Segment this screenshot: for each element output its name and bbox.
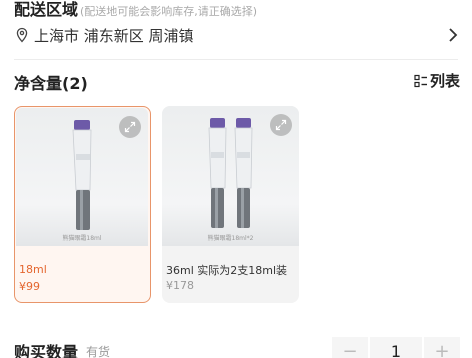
stock-status: 有货 [86,344,111,358]
option-price: ¥178 [166,279,194,292]
section-divider [14,59,458,60]
delivery-title: 配送区域 [14,0,79,19]
image-caption: 熊猫眼霜18ml*2 [207,235,254,242]
expand-icon [124,121,136,133]
list-icon [414,74,427,87]
net-content-title: 净含量(2) [14,74,88,93]
quantity-value[interactable]: 1 [370,337,422,358]
product-image: 熊猫眼霜18ml*2 [162,106,299,246]
quantity-row: 购买数量 有货 − 1 + [14,336,460,358]
quantity-title: 购买数量 [14,343,79,358]
expand-icon [275,119,287,131]
option-label: 18ml [19,263,47,276]
image-caption: 熊猫眼霜18ml [62,235,102,242]
option-card-18ml[interactable]: 熊猫眼霜18ml 18ml ¥99 [14,106,151,303]
location-pin-icon [16,27,28,43]
list-label: 列表 [429,72,460,90]
option-card-36ml[interactable]: 熊猫眼霜18ml*2 36ml 实际为2支18ml装 ¥178 [162,106,299,303]
delivery-note: (配送地可能会影响库存,请正确选择) [80,5,258,18]
increase-button[interactable]: + [424,337,460,358]
option-price: ¥99 [19,280,40,293]
product-image: 熊猫眼霜18ml [16,108,148,246]
option-label: 36ml 实际为2支18ml装 [166,264,288,277]
zoom-button[interactable] [119,116,141,138]
chevron-right-icon [449,28,458,42]
address-text: 上海市 浦东新区 周浦镇 [34,26,194,45]
decrease-button[interactable]: − [332,337,368,358]
quantity-stepper: − 1 + [332,337,460,358]
address-selector[interactable]: 上海市 浦东新区 周浦镇 [14,21,460,49]
delivery-header: 配送区域 (配送地可能会影响库存,请正确选择) [14,0,258,19]
zoom-button[interactable] [270,114,292,136]
product-tube-image [208,118,253,228]
list-view-toggle[interactable]: 列表 [414,70,460,91]
product-tube-image [72,120,92,230]
